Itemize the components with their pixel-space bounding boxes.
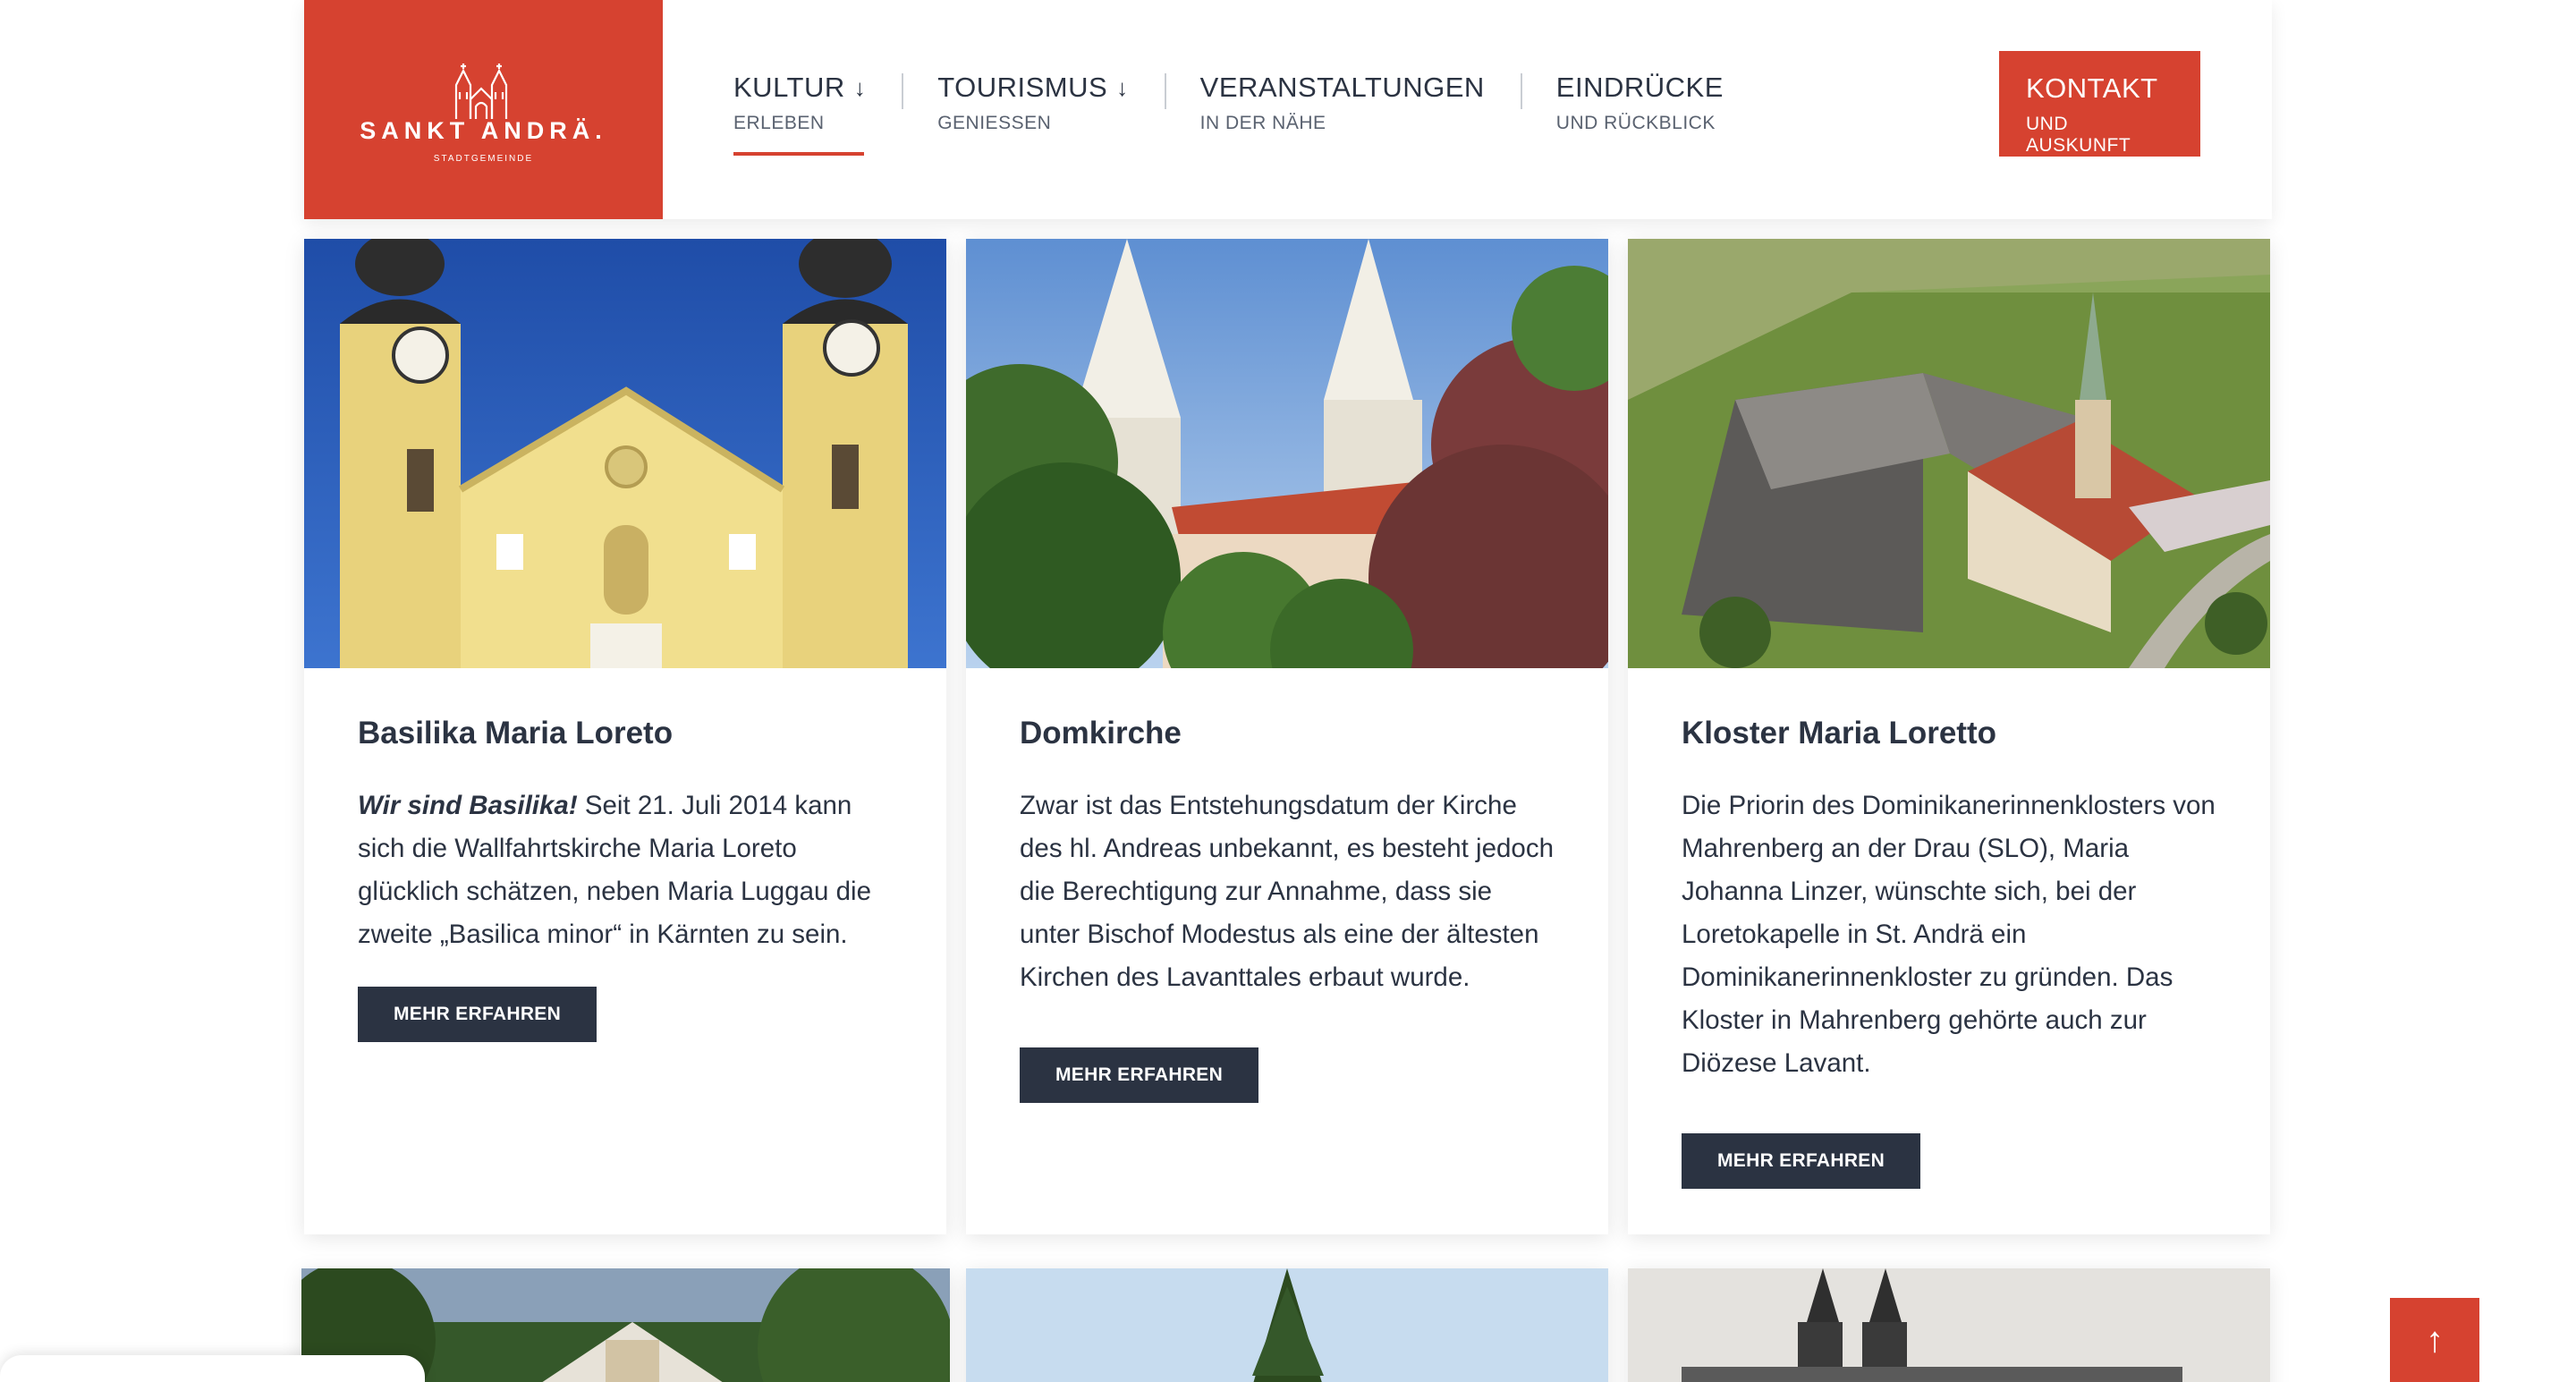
arrow-down-icon: ↓ — [853, 73, 867, 101]
arrow-down-icon: ↓ — [1116, 73, 1129, 101]
card-title: Basilika Maria Loreto — [358, 716, 674, 750]
card-preview-tree — [966, 1268, 1608, 1382]
church-logo-icon — [454, 63, 507, 119]
tree-image — [966, 1268, 1608, 1382]
contact-button[interactable]: KONTAKT UND AUSKUNFT — [1999, 51, 2200, 157]
domkirche-image — [966, 239, 1608, 668]
historic-image — [1628, 1268, 2270, 1382]
scroll-to-top-button[interactable]: ↑ — [2390, 1298, 2479, 1382]
more-button[interactable]: MEHR ERFAHREN — [1020, 1047, 1259, 1103]
card-title: Kloster Maria Loretto — [1682, 716, 1996, 750]
more-button[interactable]: MEHR ERFAHREN — [358, 987, 597, 1042]
cookie-panel[interactable] — [0, 1355, 425, 1382]
card-preview-history — [1628, 1268, 2270, 1382]
nav-item-eindruecke[interactable]: EINDRÜCKE UND RÜCKBLICK — [1520, 72, 1759, 134]
nav-item-veranstaltungen[interactable]: VERANSTALTUNGEN IN DER NÄHE — [1164, 72, 1521, 134]
site-logo[interactable]: SANKT ANDRÄ. STADTGEMEINDE — [304, 0, 663, 219]
kloster-image — [1628, 239, 2270, 668]
nav-item-kultur[interactable]: KULTUR ↓ ERLEBEN — [733, 72, 902, 156]
card-text: Zwar ist das Entstehungsdatum der Kirche… — [1020, 791, 1554, 992]
card-domkirche: Domkirche Zwar ist das Entstehungsdatum … — [966, 239, 1608, 1234]
logo-name: SANKT ANDRÄ. — [360, 116, 607, 144]
nav-item-sublabel: ERLEBEN — [733, 113, 825, 133]
main-nav: KULTUR ↓ ERLEBEN TOURISMUS ↓ GENIESSEN V… — [733, 72, 1759, 156]
nav-item-label: EINDRÜCKE — [1555, 72, 1724, 103]
card-text: Wir sind Basilika! Seit 21. Juli 2014 ka… — [358, 784, 893, 956]
contact-label: KONTAKT — [2026, 72, 2158, 104]
site-header: SANKT ANDRÄ. STADTGEMEINDE KULTUR ↓ ERLE… — [304, 0, 2272, 219]
nav-item-label: KULTUR — [733, 72, 845, 103]
active-underline — [733, 152, 864, 156]
nav-item-sublabel: UND RÜCKBLICK — [1555, 113, 1716, 133]
card-basilika: Basilika Maria Loreto Wir sind Basilika!… — [304, 239, 946, 1234]
basilika-image — [304, 239, 946, 668]
nav-item-sublabel: IN DER NÄHE — [1199, 113, 1326, 133]
nav-item-label: VERANSTALTUNGEN — [1199, 72, 1485, 103]
nav-item-tourismus[interactable]: TOURISMUS ↓ GENIESSEN — [902, 72, 1164, 134]
logo-tagline: STADTGEMEINDE — [433, 153, 534, 164]
contact-sublabel: UND AUSKUNFT — [2026, 114, 2131, 156]
nav-item-sublabel: GENIESSEN — [937, 113, 1052, 133]
card-kloster: Kloster Maria Loretto Die Priorin des Do… — [1628, 239, 2270, 1234]
nav-item-label: TOURISMUS — [937, 72, 1108, 103]
card-text: Die Priorin des Dominikanerinnenklosters… — [1682, 791, 2216, 1078]
arrow-up-icon: ↑ — [2426, 1319, 2444, 1360]
card-text-emphasis: Wir sind Basilika! — [358, 791, 578, 820]
card-title: Domkirche — [1020, 716, 1182, 750]
page: SANKT ANDRÄ. STADTGEMEINDE KULTUR ↓ ERLE… — [0, 0, 2576, 1382]
more-button[interactable]: MEHR ERFAHREN — [1682, 1133, 1921, 1189]
